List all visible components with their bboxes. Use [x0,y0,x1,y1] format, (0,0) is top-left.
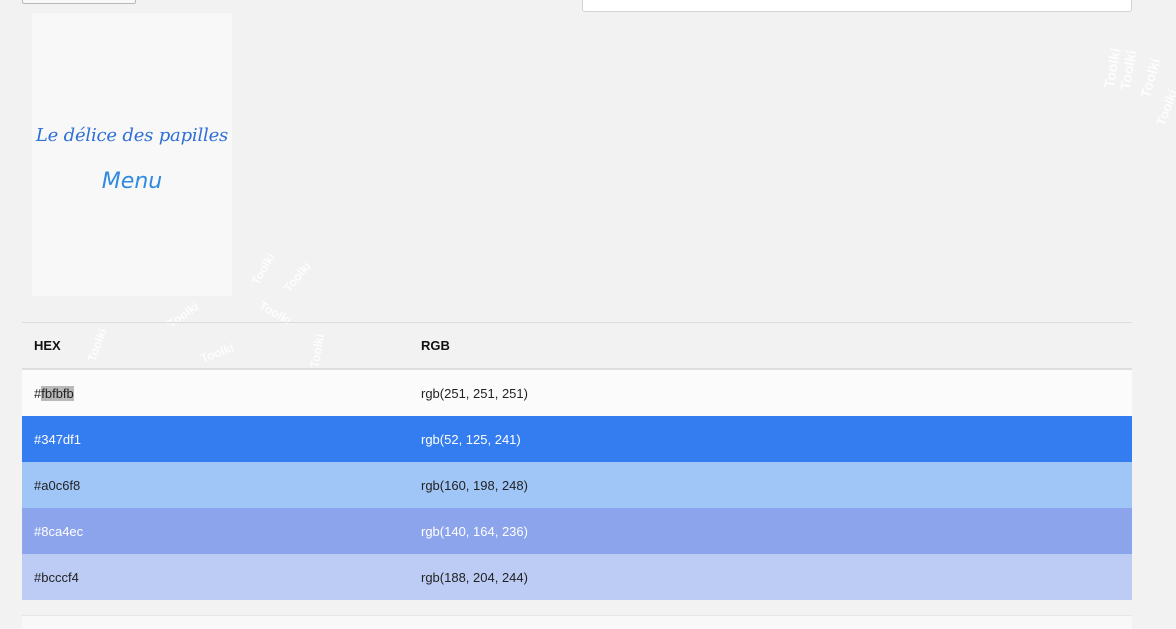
hex-cell[interactable]: #347df1 [22,432,421,447]
hex-cell[interactable]: #a0c6f8 [22,478,421,493]
palette-page: Toolki Toolki Toolki Toolki Toolki Toolk… [0,0,1176,629]
bottom-panel-partial [22,615,1132,629]
preview-subtitle: Menu [101,169,163,194]
hex-cell[interactable]: #bcccf4 [22,570,421,585]
table-row[interactable]: #bcccf4 rgb(188, 204, 244) [22,554,1132,600]
rgb-cell[interactable]: rgb(188, 204, 244) [421,570,1132,585]
preview-title: Le délice des papilles [35,125,229,146]
hex-value: 347df1 [41,431,81,447]
url-input-partial[interactable] [582,0,1132,12]
menu-preview-card: Le délice des papilles Menu [32,13,232,296]
hex-value-selected[interactable]: fbfbfb [41,385,74,401]
hex-value: 8ca4ec [41,523,84,539]
table-row[interactable]: #a0c6f8 rgb(160, 198, 248) [22,462,1132,508]
top-button-partial[interactable] [22,0,136,4]
hex-value: a0c6f8 [41,477,81,493]
table-row[interactable]: #347df1 rgb(52, 125, 241) [22,416,1132,462]
watermark-text: Toolki [1137,56,1164,100]
hex-cell[interactable]: #8ca4ec [22,524,421,539]
header-rgb: RGB [421,338,450,353]
watermark-text: Toolki [1153,87,1176,128]
rgb-cell[interactable]: rgb(160, 198, 248) [421,478,1132,493]
watermark-text: Toolki [248,250,278,288]
table-header: HEX RGB [22,323,1132,370]
rgb-cell[interactable]: rgb(52, 125, 241) [421,432,1132,447]
table-row[interactable]: #fbfbfb rgb(251, 251, 251) [22,370,1132,416]
rgb-cell[interactable]: rgb(140, 164, 236) [421,524,1132,539]
header-hex: HEX [34,338,61,353]
hex-cell[interactable]: #fbfbfb [22,385,421,401]
rgb-cell[interactable]: rgb(251, 251, 251) [421,386,1132,401]
table-row[interactable]: #8ca4ec rgb(140, 164, 236) [22,508,1132,554]
hex-value: bcccf4 [41,569,79,585]
color-table: HEX RGB #fbfbfb rgb(251, 251, 251) #347d… [22,322,1132,600]
watermark-text: Toolki [280,259,314,295]
